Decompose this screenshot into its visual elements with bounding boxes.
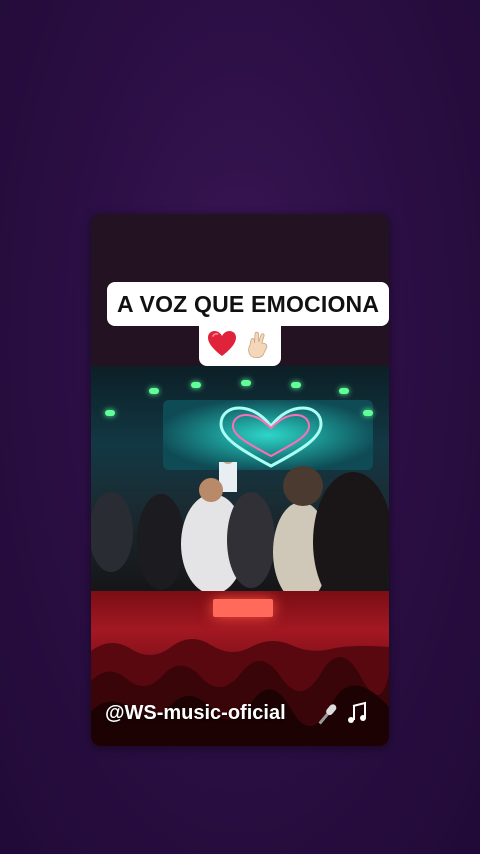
microphone-music-icon — [318, 701, 366, 725]
stage-light — [339, 388, 349, 394]
stage-light — [191, 382, 201, 388]
caption-emoji-row — [199, 322, 281, 366]
watermark-handle: @WS-music-oficial — [105, 702, 286, 724]
stage-light — [363, 410, 373, 416]
stage-light — [241, 380, 251, 386]
caption-text: A VOZ QUE EMOCIONA — [107, 282, 389, 326]
stage-light — [105, 410, 115, 416]
concert-photo-stage — [91, 366, 389, 591]
stage-light — [291, 382, 301, 388]
crowd-silhouettes — [91, 462, 389, 591]
story-card[interactable]: A VOZ QUE EMOCIONA @WS-music-oficial — [91, 214, 389, 746]
stage-heart-graphic — [219, 406, 323, 468]
heart-icon — [208, 331, 236, 356]
fingers-crossed-icon — [248, 331, 268, 358]
stage-light — [149, 388, 159, 394]
